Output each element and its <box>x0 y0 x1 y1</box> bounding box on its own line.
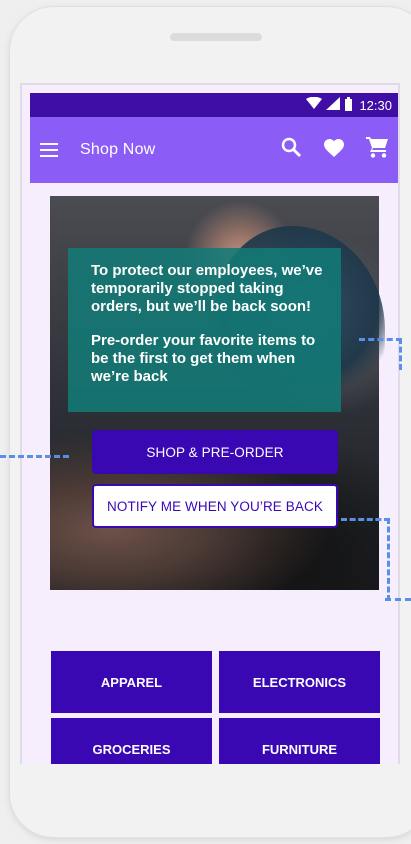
status-bar: 12:30 <box>30 93 398 117</box>
app-bar: Shop Now <box>30 117 398 183</box>
shop-preorder-button[interactable]: SHOP & PRE-ORDER <box>92 430 338 474</box>
callout-guide-notify-end <box>385 598 411 601</box>
app-screen: 12:30 Shop Now To protect our employees,… <box>20 83 400 764</box>
callout-guide-notice <box>359 338 402 370</box>
notice-paragraph-1: To protect our employees, we’ve temporar… <box>91 262 323 315</box>
category-groceries[interactable]: GROCERIES <box>51 718 212 764</box>
category-furniture[interactable]: FURNITURE <box>219 718 380 764</box>
wifi-icon <box>306 96 323 113</box>
heart-icon[interactable] <box>324 138 344 162</box>
notify-back-button[interactable]: NOTIFY ME WHEN YOU’RE BACK <box>92 484 338 528</box>
phone-speaker <box>170 33 262 41</box>
status-icons <box>306 96 353 114</box>
status-time: 12:30 <box>359 97 392 113</box>
category-electronics[interactable]: ELECTRONICS <box>219 651 380 713</box>
cart-icon[interactable] <box>366 137 388 163</box>
callout-guide-notify <box>341 518 390 601</box>
hero-image: To protect our employees, we’ve temporar… <box>50 196 385 590</box>
callout-guide-left <box>0 455 69 458</box>
app-title: Shop Now <box>80 141 156 158</box>
category-apparel[interactable]: APPAREL <box>51 651 212 713</box>
menu-icon[interactable] <box>40 140 60 160</box>
closure-notice: To protect our employees, we’ve temporar… <box>68 248 341 412</box>
battery-icon <box>344 96 353 114</box>
search-icon[interactable] <box>281 137 302 163</box>
notice-paragraph-2: Pre-order your favorite items to be the … <box>91 332 316 385</box>
signal-icon <box>326 97 341 113</box>
app-bar-actions <box>281 137 388 163</box>
